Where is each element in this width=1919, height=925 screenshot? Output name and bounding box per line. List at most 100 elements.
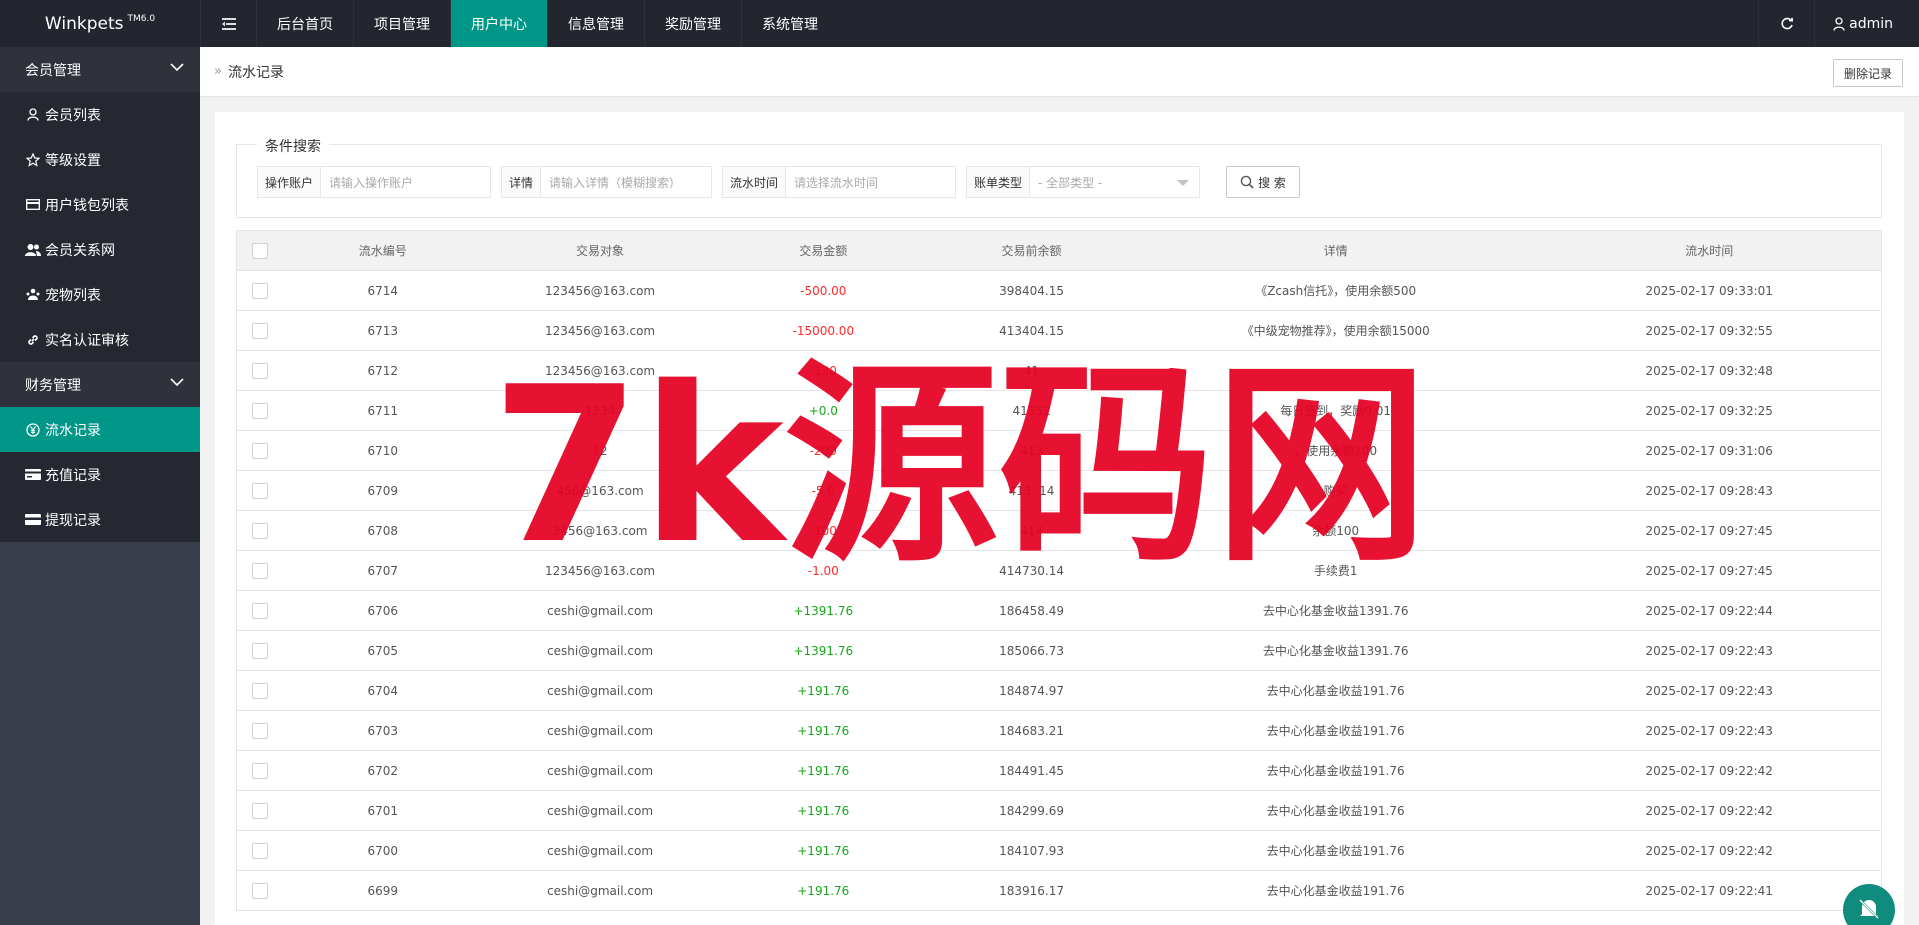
sidebar-group-members[interactable]: 会员管理 [0,47,200,92]
sidebar-item-level-settings[interactable]: 等级设置 [0,137,200,182]
row-checkbox[interactable] [251,362,268,379]
cell-target: ceshi@gmail.com [547,843,654,858]
user-name: admin [1849,15,1893,32]
cell-target: ceshi@gmail.com [547,603,654,618]
cell-detail: 去中心化基金收益191.76 [1266,844,1405,858]
cell-target: ceshi@gmail.com [547,763,654,778]
cell-before-balance: 184874.97 [999,683,1064,698]
select-all-checkbox[interactable] [251,242,268,259]
sidebar-item-pet-list[interactable]: 宠物列表 [0,272,200,317]
table-row[interactable]: 6711 1234 +0.0 41352 每日签到，奖励0.01 2025-02-17 0… [237,391,1881,431]
time-input[interactable]: 请选择流水时间 [786,167,955,197]
card-icon [25,512,41,528]
table-row[interactable]: 6706 ceshi@gmail.com +1391.76 186458.49 去中心化… [237,591,1881,631]
sidebar-item-withdraw-records[interactable]: 提现记录 [0,497,200,542]
cell-before-balance: 413404.15 [999,323,1064,338]
sidebar-item-member-list[interactable]: 会员列表 [0,92,200,137]
sidebar-group-finance[interactable]: 财务管理 [0,362,200,407]
table-row[interactable]: 6712 123456@163.com -120 41 2025-02-17 09:32… [237,351,1881,391]
refresh-button[interactable] [1758,0,1814,47]
table-row[interactable]: 6709 456@163.com -5.0 413 .14 购买 2025-02-17 0… [237,471,1881,511]
search-field-label: 流水时间 [723,167,787,197]
table-row[interactable]: 6708 3456@163.com -100 414 余额100 2025-02-17 0… [237,511,1881,551]
cell-id: 6702 [367,763,399,778]
sidebar-item-label: 会员关系网 [45,242,115,259]
cell-detail: 去中心化基金收益1391.76 [1262,644,1409,658]
table-row[interactable]: 6703 ceshi@gmail.com +191.76 184683.21 去中心化基… [237,711,1881,751]
header-detail: 详情 [1323,244,1348,258]
cell-before-balance: 184299.69 [999,803,1064,818]
sidebar-item-wallet-list[interactable]: 用户钱包列表 [0,182,200,227]
cell-target: 456@163.com [556,483,644,498]
sidebar-item-realname-review[interactable]: 实名认证审核 [0,317,200,362]
cell-before-balance: 186458.49 [999,603,1064,618]
row-checkbox[interactable] [251,522,268,539]
cell-detail: 《中级宠物推荐》，使用余额15000 [1241,324,1430,338]
top-nav-item-info[interactable]: 信息管理 [547,0,644,47]
search-fieldset: 条件搜索 操作账户 请输入操作账户 详情 请输入详情（模糊搜索） 流水时间 请选… [236,136,1882,218]
row-checkbox[interactable] [251,562,268,579]
row-checkbox[interactable] [251,282,268,299]
cell-before-balance: 398404.15 [999,283,1064,298]
row-checkbox[interactable] [251,842,268,859]
sidebar-item-recharge-records[interactable]: 充值记录 [0,452,200,497]
top-nav: 后台首页 项目管理 用户中心 信息管理 奖励管理 系统管理 [256,0,838,47]
table-row[interactable]: 6714 123456@163.com -500.00 398404.15 《Zcash… [237,271,1881,311]
sidebar-item-member-network[interactable]: 会员关系网 [0,227,200,272]
row-checkbox[interactable] [251,482,268,499]
search-button[interactable]: 搜 索 [1226,166,1300,198]
table-row[interactable]: 6699 ceshi@gmail.com +191.76 183916.17 去中心化基… [237,871,1881,911]
row-checkbox[interactable] [251,642,268,659]
row-checkbox[interactable] [251,322,268,339]
sidebar-toggle-button[interactable] [200,0,256,47]
link-icon [25,332,41,348]
cell-amount: +191.76 [797,803,850,818]
row-checkbox[interactable] [251,802,268,819]
row-checkbox[interactable] [251,682,268,699]
table-row[interactable]: 6701 ceshi@gmail.com +191.76 184299.69 去中心化基… [237,791,1881,831]
user-menu[interactable]: admin [1814,0,1919,47]
cell-target: 123456@163.com [544,323,656,338]
cell-time: 2025-02-17 09:22:43 [1645,683,1773,698]
table-row[interactable]: 6700 ceshi@gmail.com +191.76 184107.93 去中心化基… [237,831,1881,871]
delete-records-button[interactable]: 删除记录 [1832,59,1903,87]
top-nav-item-projects[interactable]: 项目管理 [353,0,450,47]
menu-toggle-icon [221,17,236,30]
app-logo[interactable]: Winkpets TM6.0 [0,0,200,47]
cell-time: 2025-02-17 09:22:41 [1645,883,1773,898]
cell-detail: 《Zcash信托》，使用余额500 [1255,284,1417,298]
row-checkbox[interactable] [251,882,268,899]
table-row[interactable]: 6704 ceshi@gmail.com +191.76 184874.97 去中心化基… [237,671,1881,711]
cell-time: 2025-02-17 09:33:01 [1645,283,1773,298]
cell-amount: -200 [809,443,837,458]
top-nav-item-system[interactable]: 系统管理 [741,0,838,47]
row-checkbox[interactable] [251,402,268,419]
top-nav-item-home[interactable]: 后台首页 [256,0,353,47]
bill-type-select[interactable]: - 全部类型 - [1030,167,1199,197]
header-target: 交易对象 [576,244,625,258]
cell-amount: +1391.76 [793,643,854,658]
table-row[interactable]: 6702 ceshi@gmail.com +191.76 184491.45 去中心化基… [237,751,1881,791]
cell-amount: -100 [809,523,837,538]
row-checkbox[interactable] [251,762,268,779]
cell-detail: 去中心化基金收益191.76 [1266,764,1405,778]
table-row[interactable]: 6707 123456@163.com -1.00 414730.14 手续费1 2025… [237,551,1881,591]
row-checkbox[interactable] [251,442,268,459]
table-row[interactable]: 6705 ceshi@gmail.com +1391.76 185066.73 去中心化… [237,631,1881,671]
search-field-time: 流水时间 请选择流水时间 [722,166,956,198]
table-row[interactable]: 6710 12 -200 413 ，使用余额200 2025-02-17 09:31:06 [237,431,1881,471]
cell-target: ceshi@gmail.com [547,643,654,658]
top-nav-item-user-center[interactable]: 用户中心 [450,0,547,47]
table-row[interactable]: 6713 123456@163.com -15000.00 413404.15 《中级宠… [237,311,1881,351]
row-checkbox[interactable] [251,602,268,619]
top-bar: Winkpets TM6.0 后台首页 项目管理 用户中心 信息管理 奖励管理 系… [0,0,1919,47]
cell-before-balance: 414730.14 [999,563,1064,578]
sidebar-item-flow-records[interactable]: 流水记录 [0,407,200,452]
cell-target: ceshi@gmail.com [547,883,654,898]
account-input[interactable]: 请输入操作账户 [321,167,490,197]
cell-before-balance: 183916.17 [999,883,1064,898]
top-nav-item-rewards[interactable]: 奖励管理 [644,0,741,47]
search-field-label: 账单类型 [967,167,1031,197]
row-checkbox[interactable] [251,722,268,739]
detail-input[interactable]: 请输入详情（模糊搜索） [541,167,711,197]
